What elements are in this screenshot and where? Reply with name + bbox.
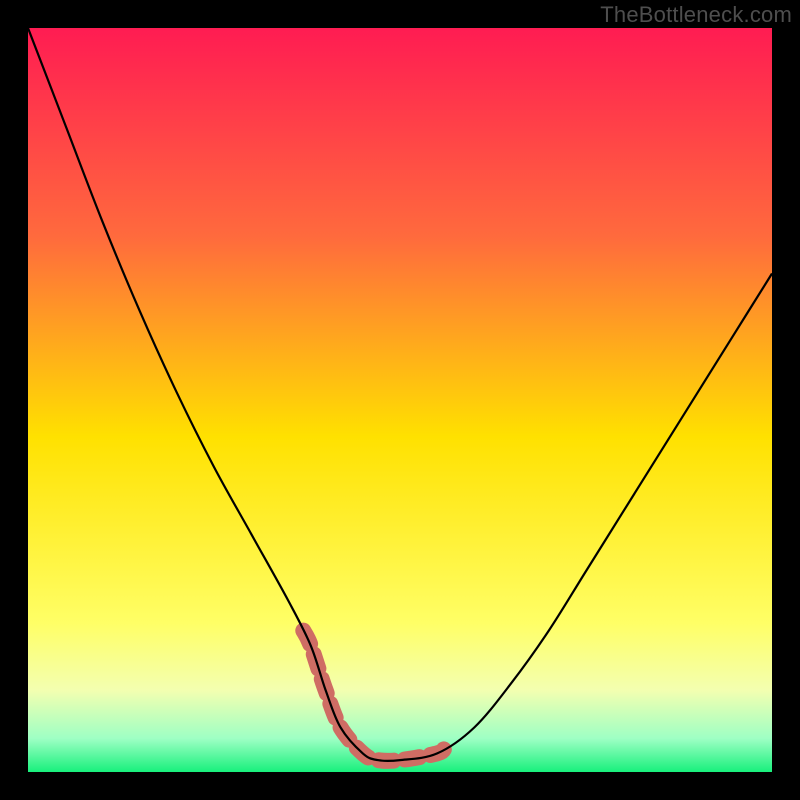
gradient-background (28, 28, 772, 772)
plot-area (28, 28, 772, 772)
plot-svg (28, 28, 772, 772)
watermark-text: TheBottleneck.com (600, 2, 792, 28)
chart-frame: TheBottleneck.com (0, 0, 800, 800)
